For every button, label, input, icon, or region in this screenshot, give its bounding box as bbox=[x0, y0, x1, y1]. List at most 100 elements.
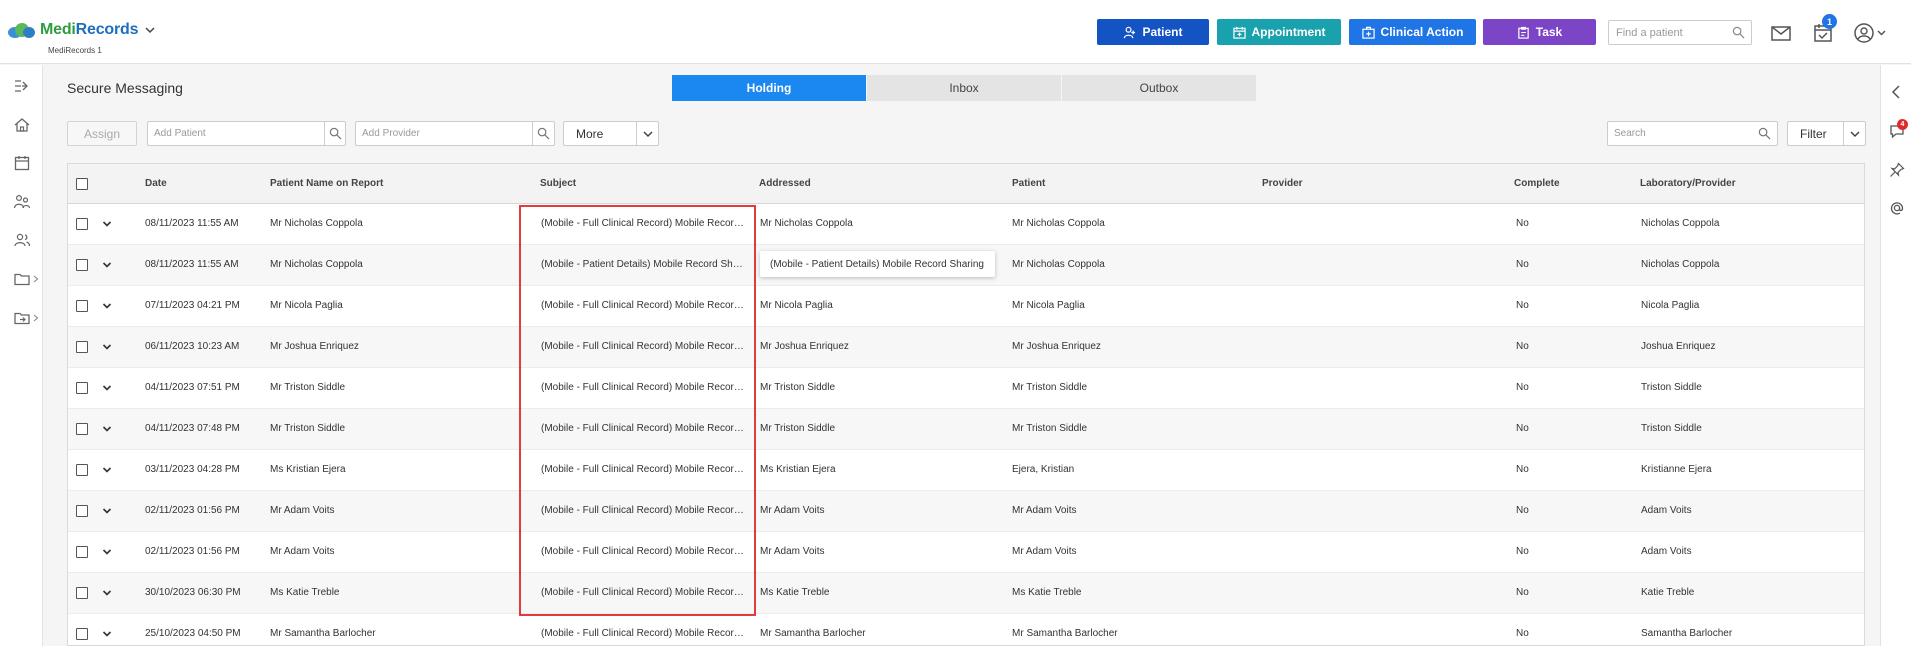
assign-button[interactable]: Assign bbox=[67, 121, 137, 146]
chevron-down-icon[interactable] bbox=[145, 25, 155, 35]
chevron-down-icon[interactable] bbox=[102, 219, 112, 229]
tab-holding[interactable]: Holding bbox=[672, 75, 866, 101]
row-checkbox[interactable] bbox=[76, 382, 88, 394]
cell-date: 30/10/2023 06:30 PM bbox=[145, 587, 241, 598]
find-patient-input[interactable] bbox=[1609, 21, 1724, 44]
chevron-down-icon[interactable] bbox=[102, 342, 112, 352]
logo-text: MediRecords bbox=[40, 21, 139, 38]
at-sign-icon[interactable] bbox=[1889, 200, 1905, 216]
tasks-count-badge: 1 bbox=[1822, 14, 1837, 29]
chevron-right-icon[interactable] bbox=[33, 314, 39, 322]
table-row[interactable]: 04/11/2023 07:48 PM Mr Triston Siddle (Mob… bbox=[68, 409, 1864, 450]
table-row[interactable]: 30/10/2023 06:30 PM Ms Katie Treble (Mobil… bbox=[68, 573, 1864, 614]
row-checkbox[interactable] bbox=[76, 423, 88, 435]
chevron-left-icon[interactable] bbox=[1889, 84, 1905, 100]
patients-icon[interactable] bbox=[13, 231, 31, 249]
column-header-date[interactable]: Date bbox=[145, 178, 167, 189]
table-row[interactable]: 08/11/2023 11:55 AM Mr Nicholas Coppola (M… bbox=[68, 204, 1864, 245]
add-provider-input[interactable] bbox=[356, 122, 531, 145]
cell-patient: Mr Nicholas Coppola bbox=[1012, 218, 1105, 229]
column-header-patient[interactable]: Patient bbox=[1012, 178, 1045, 189]
chevron-down-icon[interactable] bbox=[102, 424, 112, 434]
chevron-down-icon[interactable] bbox=[643, 129, 653, 139]
table-row[interactable]: 04/11/2023 07:51 PM Mr Triston Siddle (Mob… bbox=[68, 368, 1864, 409]
chevron-down-icon[interactable] bbox=[102, 506, 112, 516]
column-header-addressed[interactable]: Addressed bbox=[759, 178, 811, 189]
new-task-button[interactable]: Task bbox=[1483, 19, 1596, 45]
tab-inbox[interactable]: Inbox bbox=[867, 75, 1061, 101]
chevron-down-icon[interactable] bbox=[102, 301, 112, 311]
search-field[interactable] bbox=[1607, 121, 1778, 146]
new-appointment-button[interactable]: Appointment bbox=[1217, 19, 1341, 45]
find-patient-field[interactable] bbox=[1608, 20, 1752, 45]
search-input[interactable] bbox=[1608, 122, 1753, 145]
add-provider-field[interactable] bbox=[355, 121, 555, 146]
chevron-down-icon[interactable] bbox=[102, 383, 112, 393]
filter-dropdown[interactable]: Filter bbox=[1787, 121, 1866, 146]
mail-icon[interactable] bbox=[1770, 22, 1792, 44]
table-row[interactable]: 07/11/2023 04:21 PM Mr Nicola Paglia (Mobi… bbox=[68, 286, 1864, 327]
row-checkbox[interactable] bbox=[76, 587, 88, 599]
table-row[interactable]: 25/10/2023 04:50 PM Mr Samantha Barlocher… bbox=[68, 614, 1864, 645]
cell-addressed: Mr Samantha Barlocher bbox=[760, 628, 866, 639]
table-row[interactable]: 06/11/2023 10:23 AM Mr Joshua Enriquez (Mo… bbox=[68, 327, 1864, 368]
new-clinical-action-button[interactable]: Clinical Action bbox=[1349, 19, 1476, 45]
care-team-icon[interactable] bbox=[13, 193, 31, 211]
home-icon[interactable] bbox=[13, 116, 31, 134]
select-all-checkbox[interactable] bbox=[76, 178, 88, 190]
cell-name-on-report: Mr Nicholas Coppola bbox=[270, 218, 363, 229]
chevron-down-icon[interactable] bbox=[102, 629, 112, 639]
search-icon[interactable] bbox=[1758, 127, 1771, 140]
cell-addressed: Mr Adam Voits bbox=[760, 546, 825, 557]
cell-date: 06/11/2023 10:23 AM bbox=[145, 341, 240, 352]
row-checkbox[interactable] bbox=[76, 300, 88, 312]
chevron-down-icon[interactable] bbox=[102, 465, 112, 475]
chevron-down-icon[interactable] bbox=[102, 260, 112, 270]
cell-addressed: Mr Nicola Paglia bbox=[760, 300, 833, 311]
cell-patient: Mr Nicholas Coppola bbox=[1012, 259, 1105, 270]
search-icon[interactable] bbox=[1732, 26, 1745, 39]
folder-icon[interactable] bbox=[13, 270, 31, 288]
cell-date: 08/11/2023 11:55 AM bbox=[145, 259, 239, 270]
row-checkbox[interactable] bbox=[76, 259, 88, 271]
row-checkbox[interactable] bbox=[76, 505, 88, 517]
add-patient-field[interactable] bbox=[147, 121, 346, 146]
new-patient-button[interactable]: Patient bbox=[1097, 19, 1209, 45]
chevron-down-icon[interactable] bbox=[1850, 129, 1860, 139]
right-rail bbox=[1880, 65, 1911, 646]
cell-complete: No bbox=[1516, 382, 1529, 393]
user-account-icon[interactable] bbox=[1853, 22, 1887, 44]
calendar-icon[interactable] bbox=[13, 154, 31, 172]
pin-icon[interactable] bbox=[1889, 162, 1905, 178]
more-dropdown[interactable]: More bbox=[563, 121, 659, 146]
cell-complete: No bbox=[1516, 259, 1529, 270]
tab-outbox[interactable]: Outbox bbox=[1062, 75, 1256, 101]
column-header-subject[interactable]: Subject bbox=[540, 178, 576, 189]
row-checkbox[interactable] bbox=[76, 546, 88, 558]
chevron-down-icon[interactable] bbox=[102, 588, 112, 598]
row-checkbox[interactable] bbox=[76, 464, 88, 476]
search-icon[interactable] bbox=[329, 127, 342, 140]
table-row[interactable]: 02/11/2023 01:56 PM Mr Adam Voits (Mobile … bbox=[68, 491, 1864, 532]
cell-subject: (Mobile - Full Clinical Record) Mobile R… bbox=[541, 587, 746, 598]
cell-complete: No bbox=[1516, 587, 1529, 598]
search-icon[interactable] bbox=[537, 127, 550, 140]
column-header-laboratory-provider[interactable]: Laboratory/Provider bbox=[1640, 178, 1736, 189]
left-nav bbox=[0, 65, 43, 646]
row-checkbox[interactable] bbox=[76, 341, 88, 353]
cell-complete: No bbox=[1516, 464, 1529, 475]
folder-export-icon[interactable] bbox=[13, 309, 31, 327]
chevron-right-icon[interactable] bbox=[33, 275, 39, 283]
column-header-name-on-report[interactable]: Patient Name on Report bbox=[270, 178, 383, 189]
table-row[interactable]: 02/11/2023 01:56 PM Mr Adam Voits (Mobile … bbox=[68, 532, 1864, 573]
cell-date: 07/11/2023 04:21 PM bbox=[145, 300, 240, 311]
row-checkbox[interactable] bbox=[76, 218, 88, 230]
row-checkbox[interactable] bbox=[76, 628, 88, 640]
chevron-down-icon[interactable] bbox=[102, 547, 112, 557]
column-header-complete[interactable]: Complete bbox=[1514, 178, 1560, 189]
app-logo[interactable]: MediRecords bbox=[6, 21, 155, 39]
add-patient-input[interactable] bbox=[148, 122, 323, 145]
table-row[interactable]: 03/11/2023 04:28 PM Ms Kristian Ejera (Mob… bbox=[68, 450, 1864, 491]
column-header-provider[interactable]: Provider bbox=[1262, 178, 1303, 189]
expand-sidebar-icon[interactable] bbox=[13, 77, 31, 95]
